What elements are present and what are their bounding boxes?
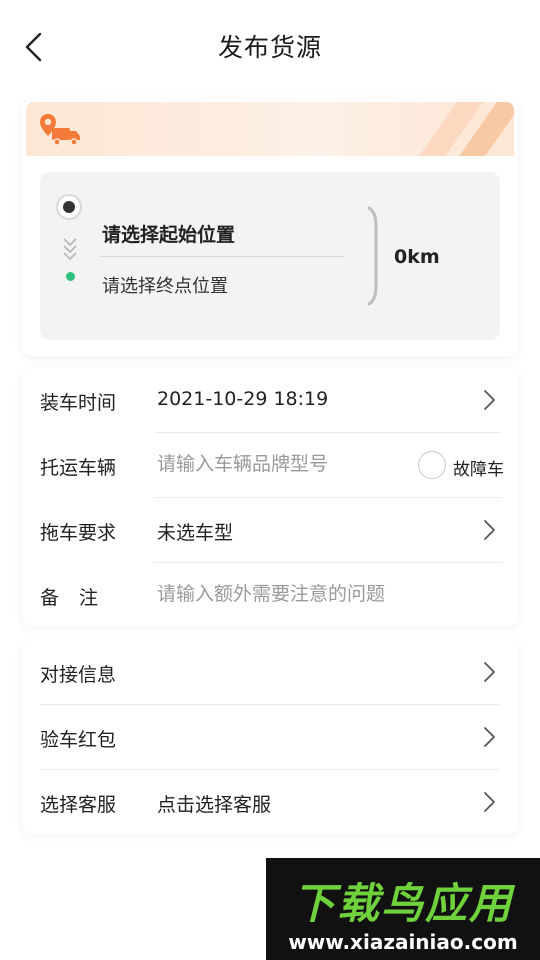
vehicle-label: 托运车辆 [40, 457, 117, 479]
header-bar: 发布货源 [0, 0, 540, 96]
chevron-right-icon [482, 790, 498, 814]
remark-row: 备注 [22, 563, 518, 627]
divider [100, 256, 344, 257]
load-time-value: 2021-10-29 18:19 [157, 388, 329, 410]
tow-requirement-label: 拖车要求 [40, 522, 117, 544]
watermark-logo: 下载鸟应用 www.xiazainiao.com [266, 858, 540, 960]
red-packet-label: 验车红包 [40, 729, 117, 751]
end-location-selector[interactable]: 请选择终点位置 [102, 272, 228, 298]
service-card: 对接信息 验车红包 选择客服 点击选择客服 [22, 640, 518, 834]
chevron-right-icon [482, 518, 498, 542]
remark-input[interactable] [157, 583, 487, 605]
watermark-title: 下载鸟应用 [292, 879, 513, 928]
contact-info-label: 对接信息 [40, 664, 117, 686]
tow-requirement-row[interactable]: 拖车要求 未选车型 [22, 498, 518, 562]
bracket-divider [366, 206, 380, 306]
chevron-down-icon [61, 236, 79, 262]
load-time-label: 装车时间 [40, 392, 117, 414]
customer-service-row[interactable]: 选择客服 点击选择客服 [22, 770, 518, 834]
end-point-icon [66, 272, 75, 281]
chevron-right-icon [482, 660, 498, 684]
page-title: 发布货源 [217, 33, 322, 62]
remark-label: 备注 [40, 587, 119, 609]
red-packet-row[interactable]: 验车红包 [22, 705, 518, 769]
load-time-row[interactable]: 装车时间 2021-10-29 18:19 [22, 368, 518, 432]
route-banner [26, 102, 514, 156]
customer-service-label: 选择客服 [40, 794, 117, 816]
vehicle-model-input[interactable] [157, 453, 407, 475]
truck-location-icon [38, 112, 82, 148]
route-selector: 请选择起始位置 请选择终点位置 0km [40, 172, 500, 340]
customer-service-value: 点击选择客服 [157, 794, 272, 816]
route-card: 请选择起始位置 请选择终点位置 0km [22, 100, 518, 356]
chevron-right-icon [482, 725, 498, 749]
fault-vehicle-label: 故障车 [453, 460, 504, 480]
start-location-selector[interactable]: 请选择起始位置 [102, 220, 235, 247]
tow-requirement-value: 未选车型 [157, 522, 234, 544]
start-point-icon [56, 194, 82, 220]
contact-info-row[interactable]: 对接信息 [22, 640, 518, 704]
fault-vehicle-radio[interactable] [418, 451, 446, 479]
chevron-right-icon [482, 388, 498, 412]
watermark-url: www.xiazainiao.com [288, 930, 518, 954]
vehicle-row: 托运车辆 故障车 [22, 433, 518, 497]
distance-value: 0km [394, 246, 440, 268]
order-form-card: 装车时间 2021-10-29 18:19 托运车辆 故障车 拖车要求 未选车型… [22, 368, 518, 626]
